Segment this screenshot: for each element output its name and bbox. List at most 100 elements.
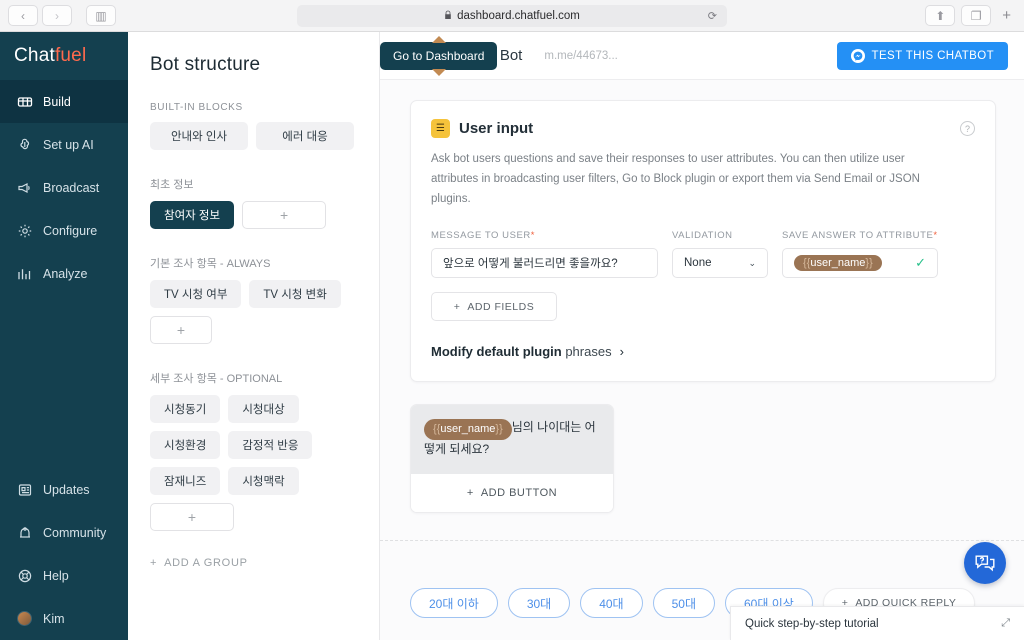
block-chip[interactable]: 시청맥락 bbox=[228, 467, 299, 495]
quick-reply-chip[interactable]: 40대 bbox=[580, 588, 643, 618]
add-a-group-button[interactable]: + ADD A GROUP bbox=[150, 557, 359, 569]
add-block-button[interactable]: + bbox=[150, 316, 212, 344]
plugin-fields-row: MESSAGE TO USER* 앞으로 어떻게 불러드리면 좋을까요? VAL… bbox=[431, 230, 975, 279]
bot-url[interactable]: m.me/44673... bbox=[544, 50, 618, 62]
sidebar-item-setup-ai[interactable]: Set up AI bbox=[0, 123, 128, 166]
megaphone-icon bbox=[16, 179, 33, 196]
forward-button[interactable]: › bbox=[42, 5, 72, 26]
block-group-built-in: 안내와 인사 에러 대응 bbox=[150, 122, 359, 150]
new-tab-icon[interactable]: + bbox=[997, 7, 1016, 24]
sidebar-item-analyze[interactable]: Analyze bbox=[0, 252, 128, 295]
sidebar-item-help[interactable]: Help bbox=[0, 554, 128, 597]
group-label-optional: 세부 조사 항목 - OPTIONAL bbox=[150, 373, 283, 385]
logo-chat-text: Chat bbox=[14, 45, 55, 66]
block-chip[interactable]: 시청대상 bbox=[228, 395, 299, 423]
sidebar-bottom-group: Updates Community Help Kim bbox=[0, 468, 128, 640]
block-chip[interactable]: 안내와 인사 bbox=[150, 122, 248, 150]
user-input-plugin-card: ☰ User input ? Ask bot users questions a… bbox=[410, 100, 996, 383]
block-chip[interactable]: 시청환경 bbox=[150, 431, 221, 459]
app-shell: Chat fuel Build Set up AI Broadcast Confi… bbox=[0, 32, 1024, 640]
expand-icon[interactable]: ⤢ bbox=[1001, 617, 1010, 630]
chatfuel-logo[interactable]: Chat fuel bbox=[0, 32, 128, 80]
modify-link-bold: Modify bbox=[431, 344, 473, 360]
plugin-workspace: ☰ User input ? Ask bot users questions a… bbox=[380, 80, 1024, 640]
help-chat-widget-button[interactable] bbox=[964, 542, 1006, 584]
sidebar-item-updates[interactable]: Updates bbox=[0, 468, 128, 511]
section-divider bbox=[380, 540, 1024, 541]
quick-reply-chip[interactable]: 50대 bbox=[652, 588, 715, 618]
lock-icon bbox=[444, 10, 452, 22]
question-chat-icon bbox=[975, 555, 995, 572]
test-this-chatbot-button[interactable]: TEST THIS CHATBOT bbox=[836, 41, 1008, 70]
message-to-user-input[interactable]: 앞으로 어떻게 불러드리면 좋을까요? bbox=[431, 248, 658, 279]
validation-field: VALIDATION None ⌄ bbox=[672, 230, 768, 279]
sidebar-item-configure[interactable]: Configure bbox=[0, 209, 128, 252]
block-chip[interactable]: 시청동기 bbox=[150, 395, 221, 423]
validation-label: VALIDATION bbox=[672, 230, 733, 242]
validation-select[interactable]: None ⌄ bbox=[672, 248, 768, 279]
required-asterisk: * bbox=[530, 230, 536, 242]
block-chip[interactable]: 에러 대응 bbox=[256, 122, 354, 150]
block-chip-selected[interactable]: 참여자 정보 bbox=[150, 201, 235, 229]
sidebar-item-label: Community bbox=[43, 525, 107, 540]
valid-check-icon: ✓ bbox=[915, 255, 926, 271]
tabs-icon[interactable]: ❐ bbox=[961, 5, 992, 26]
block-chip[interactable]: 감정적 반응 bbox=[228, 431, 313, 459]
sidebar-item-label: Updates bbox=[43, 482, 90, 497]
sidebar-item-label: Kim bbox=[43, 611, 65, 626]
message-to-user-label: MESSAGE TO USER* bbox=[431, 230, 658, 241]
attribute-close-braces: }} bbox=[495, 423, 503, 436]
sidebar-item-label: Broadcast bbox=[43, 180, 100, 195]
quick-reply-chip[interactable]: 20대 이하 bbox=[410, 588, 498, 618]
add-block-button[interactable]: + bbox=[242, 201, 327, 229]
quick-reply-chip[interactable]: 30대 bbox=[507, 588, 571, 618]
chevron-right-icon: › bbox=[619, 344, 624, 360]
community-icon bbox=[16, 524, 33, 541]
quick-tutorial-bar[interactable]: Quick step-by-step tutorial ⤢ bbox=[730, 606, 1024, 640]
news-icon bbox=[16, 481, 33, 498]
main-sidebar: Chat fuel Build Set up AI Broadcast Confi… bbox=[0, 32, 128, 640]
user-input-plugin-icon: ☰ bbox=[431, 119, 450, 138]
attribute-pill: {{user_name}} bbox=[424, 419, 512, 441]
block-chip[interactable]: 잠재니즈 bbox=[150, 467, 221, 495]
block-group-always: TV 시청 여부 TV 시청 변화 + bbox=[150, 280, 359, 344]
sidebar-item-build[interactable]: Build bbox=[0, 80, 128, 123]
group-label-always: 기본 조사 항목 - ALWAYS bbox=[150, 258, 271, 270]
block-chip[interactable]: TV 시청 변화 bbox=[249, 280, 341, 308]
sidebar-item-community[interactable]: Community bbox=[0, 511, 128, 554]
plugin-card-header: ☰ User input ? bbox=[431, 119, 975, 138]
add-block-button[interactable]: + bbox=[150, 503, 234, 531]
share-icon[interactable]: ⬆ bbox=[925, 5, 956, 26]
sidebar-item-account[interactable]: Kim bbox=[0, 597, 128, 640]
save-attribute-input[interactable]: {{user_name}} ✓ bbox=[782, 248, 938, 279]
chevron-down-icon: ⌄ bbox=[748, 257, 756, 268]
sidebar-item-label: Help bbox=[43, 568, 69, 583]
sidebar-item-broadcast[interactable]: Broadcast bbox=[0, 166, 128, 209]
help-circle-icon[interactable]: ? bbox=[960, 121, 975, 136]
browser-toolbar: ‹ › ▥ dashboard.chatfuel.com ⟳ ⬆ ❐ + bbox=[0, 0, 1024, 32]
attribute-name: user_name bbox=[810, 257, 866, 270]
add-fields-button[interactable]: + ADD FIELDS bbox=[431, 292, 557, 322]
attribute-close-braces: }} bbox=[865, 257, 873, 270]
page-title: Bot structure bbox=[150, 54, 261, 75]
save-attribute-field: SAVE ANSWER TO ATTRIBUTE* {{user_name}} … bbox=[782, 230, 938, 279]
group-label-built-in: BUILT-IN BLOCKS bbox=[150, 102, 243, 113]
avatar-icon bbox=[16, 610, 33, 627]
go-to-dashboard-tooltip: Go to Dashboard bbox=[380, 42, 498, 70]
sidebar-toggle-icon[interactable]: ▥ bbox=[86, 5, 116, 26]
browser-right-buttons: ⬆ ❐ + bbox=[925, 5, 1016, 26]
block-chip[interactable]: TV 시청 여부 bbox=[150, 280, 242, 308]
add-button-action[interactable]: + ADD BUTTON bbox=[411, 474, 613, 513]
address-bar[interactable]: dashboard.chatfuel.com ⟳ bbox=[297, 4, 727, 27]
reload-icon[interactable]: ⟳ bbox=[708, 9, 717, 22]
modify-default-plugin-phrases-link[interactable]: Modify default plugin phrases › bbox=[431, 344, 975, 359]
attribute-pill: {{user_name}} bbox=[794, 255, 882, 272]
attribute-name: user_name bbox=[440, 423, 496, 436]
messenger-icon bbox=[850, 48, 865, 63]
address-bar-text: dashboard.chatfuel.com bbox=[457, 9, 580, 22]
required-asterisk: * bbox=[933, 230, 938, 242]
bot-structure-panel: Bot structure BUILT-IN BLOCKS 안내와 인사 에러 … bbox=[128, 32, 380, 640]
back-button[interactable]: ‹ bbox=[8, 5, 38, 26]
message-bubble-text[interactable]: {{user_name}} 님의 나이대는 어떻게 되세요? bbox=[411, 405, 613, 475]
